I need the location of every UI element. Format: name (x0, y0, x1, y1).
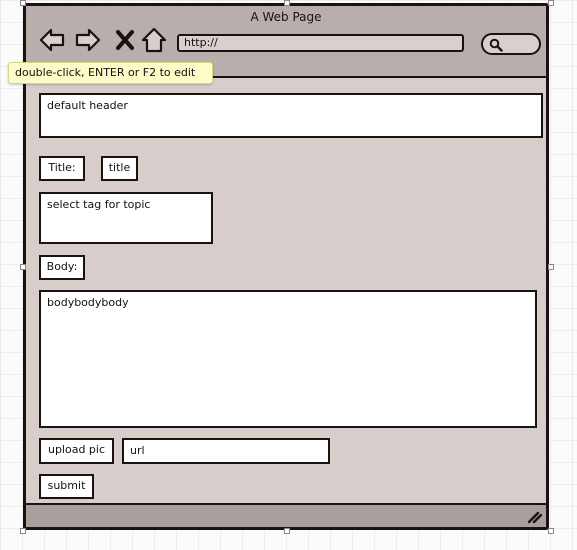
address-bar[interactable]: http:// (177, 34, 464, 52)
forward-arrow-icon[interactable] (74, 26, 102, 54)
body-label: Body: (39, 255, 85, 280)
selection-handle[interactable] (548, 0, 554, 6)
selection-handle[interactable] (548, 528, 554, 534)
body-textarea[interactable]: bodybodybody (39, 290, 537, 428)
status-bar (26, 503, 546, 527)
selection-handle[interactable] (548, 264, 554, 270)
selection-handle[interactable] (20, 0, 26, 6)
selection-handle[interactable] (20, 528, 26, 534)
home-icon[interactable] (140, 26, 168, 54)
submit-button[interactable]: submit (39, 474, 94, 499)
edit-tooltip: double-click, ENTER or F2 to edit (8, 62, 213, 84)
selection-handle[interactable] (20, 264, 26, 270)
title-label: Title: (39, 156, 85, 181)
selection-handle[interactable] (284, 528, 290, 534)
close-x-icon[interactable] (111, 26, 139, 54)
title-field[interactable]: title (101, 156, 138, 181)
upload-pic-button[interactable]: upload pic (39, 438, 114, 464)
tag-select[interactable]: select tag for topic (39, 192, 213, 244)
back-arrow-icon[interactable] (38, 26, 66, 54)
header-field[interactable]: default header (39, 93, 543, 138)
search-box[interactable] (481, 33, 541, 55)
url-field[interactable]: url (122, 438, 330, 464)
window-title: A Web Page (250, 10, 322, 24)
selection-handle[interactable] (284, 0, 290, 6)
search-icon (489, 38, 503, 52)
resize-grip-icon[interactable] (526, 510, 542, 524)
